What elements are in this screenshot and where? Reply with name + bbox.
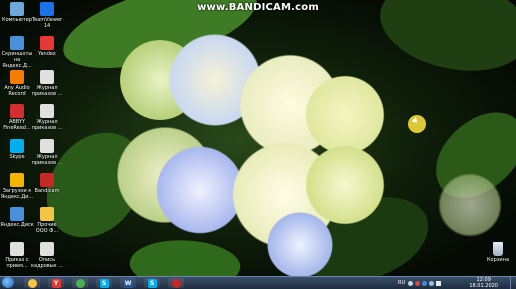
- desktop-shortcut[interactable]: Опись кадровых ...: [30, 242, 64, 269]
- word-icon: W: [123, 278, 133, 288]
- desktop-shortcut-label: Yandex: [38, 51, 56, 57]
- desktop-shortcut-label: Скриншоты на Яндекс.Д...: [1, 51, 33, 69]
- desktop-shortcut-label: Приказ с прием...: [5, 257, 29, 269]
- desktop-shortcut[interactable]: Яндекс.Диск: [0, 207, 34, 228]
- document-icon: [40, 70, 54, 84]
- desktop-shortcut-label: Журнал приказов ...: [31, 85, 63, 97]
- flower-decoration: [430, 170, 510, 240]
- taskbar-button[interactable]: W: [120, 278, 136, 288]
- desktop-shortcut-label: Загрузки к Яндекс.Ди...: [0, 188, 34, 200]
- bandicam-recording-icon: [171, 278, 181, 288]
- desktop-shortcut-label: Яндекс.Диск: [0, 222, 34, 228]
- desktop-shortcut-label: Bandicam: [34, 188, 60, 194]
- desktop-shortcut[interactable]: Журнал приказов ...: [30, 139, 64, 166]
- show-desktop-button[interactable]: [510, 277, 516, 289]
- document-icon: [40, 139, 54, 153]
- taskbar-button[interactable]: [72, 278, 88, 288]
- desktop-shortcut-label: Журнал приказов ...: [31, 154, 63, 166]
- yandex-browser-icon: Y: [51, 278, 61, 288]
- desktop-shortcut[interactable]: Компьютер: [0, 2, 34, 23]
- audio-record-icon: [10, 70, 24, 84]
- clock[interactable]: 12:09 18.01.2020: [469, 277, 498, 289]
- document-icon: [40, 242, 54, 256]
- document-icon: [40, 104, 54, 118]
- tray-icon[interactable]: [408, 280, 414, 286]
- desktop-shortcut-label: Компьютер: [2, 17, 32, 23]
- tray-icon[interactable]: [429, 280, 435, 286]
- desktop: www.BANDICAM.com Компьютер TeamViewer 14 С…: [0, 0, 516, 276]
- leaf-decoration: [127, 232, 243, 276]
- desktop-shortcut[interactable]: Bandicam: [30, 173, 64, 194]
- desktop-shortcut-label: Прочие ООО Ф...: [35, 222, 59, 234]
- taskbar: Y S W S RU 12:09 18.01.2020: [0, 276, 516, 289]
- taskbar-button[interactable]: S: [144, 278, 160, 288]
- desktop-shortcut[interactable]: Приказ с прием...: [0, 242, 34, 269]
- yandex-browser-icon: [40, 36, 54, 50]
- taskbar-button[interactable]: [24, 278, 40, 288]
- language-indicator[interactable]: RU: [398, 280, 405, 286]
- desktop-shortcut[interactable]: Any Audio Record: [0, 70, 34, 97]
- teamviewer-icon: [40, 2, 54, 16]
- desktop-shortcut-label: Журнал приказов ...: [31, 119, 63, 131]
- desktop-shortcut-label: ABBYY FineRead...: [3, 119, 31, 131]
- yandex-disk-icon: [10, 207, 24, 221]
- desktop-shortcut[interactable]: Загрузки к Яндекс.Ди...: [0, 173, 34, 200]
- desktop-shortcut[interactable]: Yandex: [30, 36, 64, 57]
- yandex-disk-screenshots-icon: [10, 36, 24, 50]
- folder-icon: [40, 207, 54, 221]
- document-icon: [10, 242, 24, 256]
- tray-icon[interactable]: [422, 280, 428, 286]
- bandicam-icon: [40, 173, 54, 187]
- computer-icon: [10, 2, 24, 16]
- desktop-shortcut-label: Опись кадровых ...: [31, 257, 63, 269]
- recycle-bin-label: Корзина: [486, 257, 510, 263]
- clock-date: 18.01.2020: [469, 283, 498, 289]
- taskbar-button[interactable]: Y: [48, 278, 64, 288]
- desktop-shortcut[interactable]: Прочие ООО Ф...: [30, 207, 64, 234]
- taskbar-button[interactable]: [168, 278, 184, 288]
- desktop-shortcut[interactable]: TeamViewer 14: [30, 2, 64, 29]
- leaf-decoration: [369, 0, 516, 93]
- volume-icon[interactable]: [436, 280, 442, 286]
- taskbar-button[interactable]: S: [96, 278, 112, 288]
- skype-icon: S: [99, 278, 109, 288]
- bandicam-watermark: www.BANDICAM.com: [197, 2, 319, 13]
- desktop-shortcut[interactable]: ABBYY FineRead...: [0, 104, 34, 131]
- skype-app-icon: S: [147, 278, 157, 288]
- desktop-shortcut-label: Skype: [9, 154, 25, 160]
- chrome-icon: [75, 278, 85, 288]
- yandex-disk-downloads-icon: [10, 173, 24, 187]
- desktop-shortcut-label: TeamViewer 14: [31, 17, 63, 29]
- desktop-shortcut[interactable]: Журнал приказов ...: [30, 70, 64, 97]
- abbyy-icon: [10, 104, 24, 118]
- flower-decoration: [260, 210, 340, 276]
- explorer-folder-icon: [27, 278, 37, 288]
- system-tray: RU: [398, 277, 443, 289]
- desktop-shortcut[interactable]: Скриншоты на Яндекс.Д...: [0, 36, 34, 69]
- mouse-cursor-highlight: [408, 115, 426, 133]
- desktop-shortcut[interactable]: Skype: [0, 139, 34, 160]
- recycle-bin[interactable]: Корзина: [481, 242, 515, 263]
- recycle-bin-icon: [493, 242, 503, 256]
- desktop-shortcut-label: Any Audio Record: [4, 85, 30, 97]
- desktop-shortcut[interactable]: Журнал приказов ...: [30, 104, 64, 131]
- tray-icon[interactable]: [415, 280, 421, 286]
- skype-icon: [10, 139, 24, 153]
- start-button[interactable]: [2, 277, 14, 288]
